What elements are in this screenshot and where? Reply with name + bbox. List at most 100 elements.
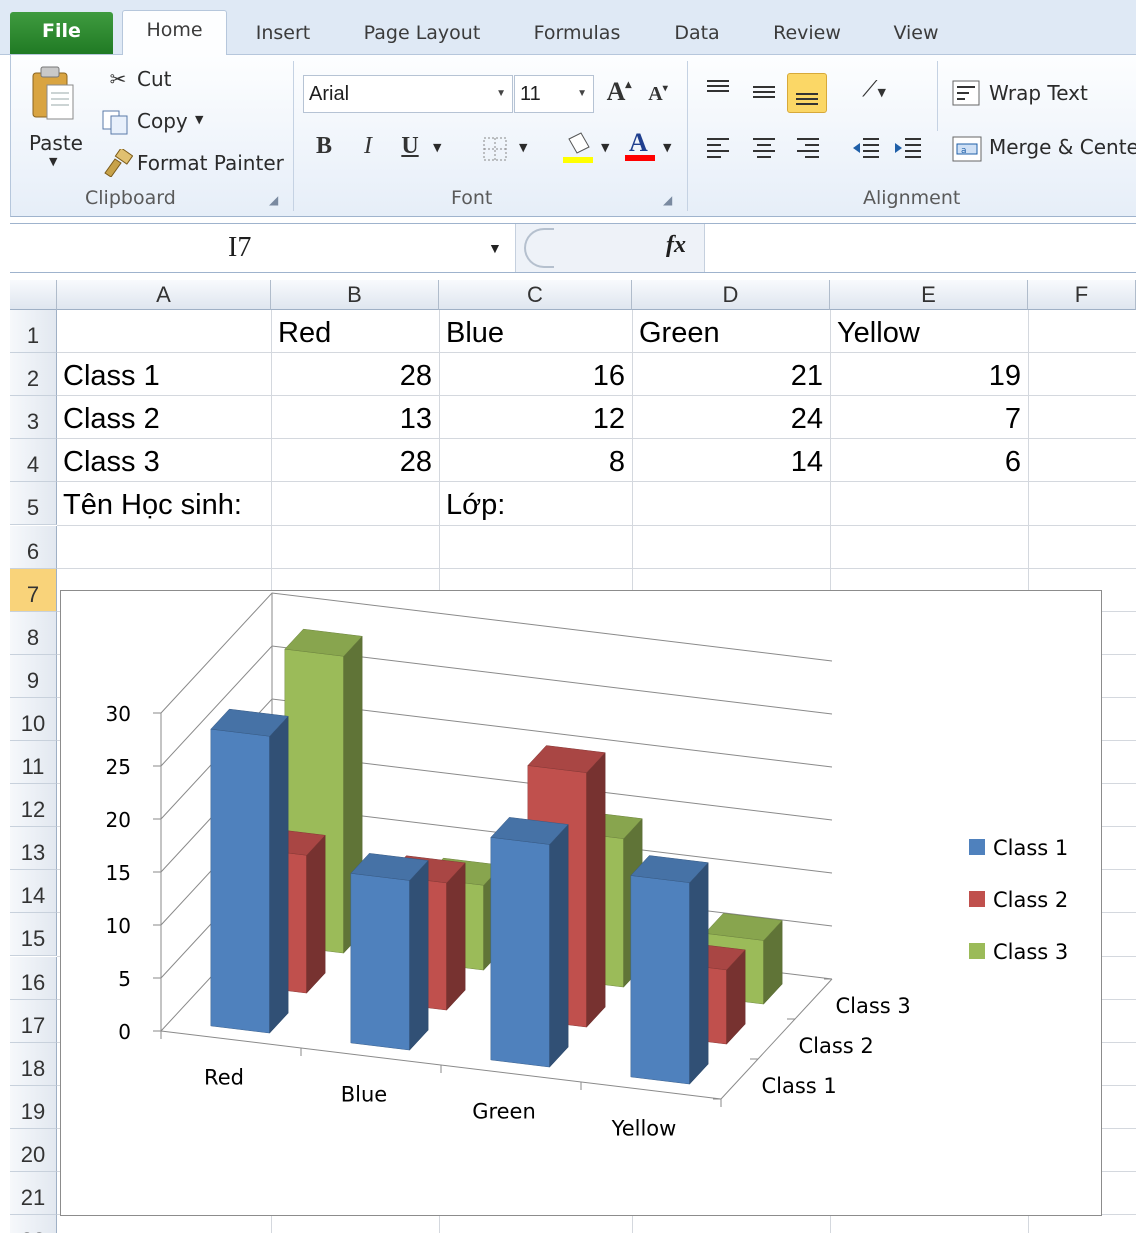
paste-button[interactable]: [25, 63, 79, 123]
row-header-12[interactable]: 12: [10, 784, 57, 828]
column-header-e[interactable]: E: [830, 280, 1028, 310]
fill-color-dropdown-icon[interactable]: ▼: [601, 141, 609, 154]
cell-c4[interactable]: 8: [439, 441, 625, 483]
increase-indent-icon[interactable]: [893, 133, 923, 163]
paste-label[interactable]: Paste: [29, 131, 83, 155]
font-color-dropdown-icon[interactable]: ▼: [663, 141, 671, 154]
row-header-18[interactable]: 18: [10, 1042, 57, 1086]
cell-a2[interactable]: Class 1: [63, 355, 160, 397]
row-header-22[interactable]: 22: [10, 1215, 57, 1233]
clipboard-launcher-icon[interactable]: ◢: [269, 193, 278, 207]
orientation-icon[interactable]: ⟋▼: [851, 77, 897, 107]
borders-dropdown-icon[interactable]: ▼: [519, 141, 527, 154]
cell-d1[interactable]: Green: [639, 312, 720, 354]
font-launcher-icon[interactable]: ◢: [663, 193, 672, 207]
row-header-6[interactable]: 6: [10, 525, 57, 569]
cell-c5[interactable]: Lớp:: [446, 484, 505, 526]
formula-input[interactable]: [710, 224, 1136, 272]
paste-dropdown-icon[interactable]: ▼: [49, 155, 57, 168]
underline-button[interactable]: U: [397, 133, 423, 163]
cell-b3[interactable]: 13: [271, 398, 432, 440]
align-right-icon[interactable]: [793, 133, 823, 163]
cell-e2[interactable]: 19: [830, 355, 1021, 397]
grow-font-icon[interactable]: A▴: [603, 77, 635, 111]
chevron-down-icon[interactable]: ▼: [577, 76, 587, 112]
row-header-20[interactable]: 20: [10, 1128, 57, 1172]
font-color-icon[interactable]: A: [623, 127, 657, 163]
cell-c1[interactable]: Blue: [446, 312, 504, 354]
row-header-1[interactable]: 1: [10, 310, 57, 354]
column-header-d[interactable]: D: [632, 280, 830, 310]
cell-a3[interactable]: Class 2: [63, 398, 160, 440]
chevron-down-icon[interactable]: ▼: [488, 240, 502, 256]
fill-color-icon[interactable]: [561, 131, 595, 165]
row-header-15[interactable]: 15: [10, 913, 57, 957]
tab-data[interactable]: Data: [662, 14, 732, 54]
copy-dropdown-icon[interactable]: ▼: [195, 113, 203, 126]
row-header-2[interactable]: 2: [10, 353, 57, 397]
cut-button[interactable]: Cut: [137, 67, 171, 91]
row-header-19[interactable]: 19: [10, 1085, 57, 1129]
cell-b1[interactable]: Red: [278, 312, 331, 354]
font-size-combo[interactable]: 11 ▼: [514, 75, 594, 113]
font-name-combo[interactable]: Arial ▼: [303, 75, 513, 113]
cell-d4[interactable]: 14: [632, 441, 823, 483]
cell-e4[interactable]: 6: [830, 441, 1021, 483]
tab-file[interactable]: File: [10, 12, 113, 54]
row-header-9[interactable]: 9: [10, 654, 57, 698]
row-header-3[interactable]: 3: [10, 396, 57, 440]
tab-view[interactable]: View: [880, 14, 952, 54]
bold-button[interactable]: B: [311, 133, 337, 163]
align-left-icon[interactable]: [703, 133, 733, 163]
cell-c2[interactable]: 16: [439, 355, 625, 397]
column-header-b[interactable]: B: [271, 280, 439, 310]
column-header-c[interactable]: C: [439, 280, 632, 310]
cell-d2[interactable]: 21: [632, 355, 823, 397]
cell-b2[interactable]: 28: [271, 355, 432, 397]
insert-function-button[interactable]: fx: [666, 232, 686, 259]
cell-d3[interactable]: 24: [632, 398, 823, 440]
row-header-13[interactable]: 13: [10, 827, 57, 871]
align-middle-icon[interactable]: [749, 77, 779, 105]
formula-splitter[interactable]: [524, 228, 554, 268]
column-header-a[interactable]: A: [57, 280, 271, 310]
align-top-icon[interactable]: [703, 75, 733, 103]
row-header-8[interactable]: 8: [10, 611, 57, 655]
row-header-14[interactable]: 14: [10, 870, 57, 914]
decrease-indent-icon[interactable]: [851, 133, 881, 163]
tab-review[interactable]: Review: [762, 14, 852, 54]
tab-formulas[interactable]: Formulas: [522, 14, 632, 54]
copy-button[interactable]: Copy: [137, 109, 188, 133]
cell-b4[interactable]: 28: [271, 441, 432, 483]
column-header-f[interactable]: F: [1028, 280, 1136, 310]
tab-insert[interactable]: Insert: [238, 14, 328, 54]
cell-e1[interactable]: Yellow: [837, 312, 920, 354]
row-header-21[interactable]: 21: [10, 1172, 57, 1216]
shrink-font-icon[interactable]: A▾: [643, 83, 673, 113]
align-center-icon[interactable]: [749, 133, 779, 163]
name-box[interactable]: I7: [10, 224, 515, 272]
cell-c3[interactable]: 12: [439, 398, 625, 440]
row-header-5[interactable]: 5: [10, 482, 57, 526]
select-all-corner[interactable]: [10, 280, 57, 310]
row-header-16[interactable]: 16: [10, 956, 57, 1000]
underline-dropdown-icon[interactable]: ▼: [433, 141, 441, 154]
format-painter-button[interactable]: Format Painter: [137, 151, 284, 175]
cell-e3[interactable]: 7: [830, 398, 1021, 440]
borders-icon[interactable]: [481, 135, 509, 163]
tab-home[interactable]: Home: [122, 10, 227, 56]
chart-3d-column[interactable]: 0 5 10 15 20 25 30 Red Blue Green Yellow Class 1 Cla…: [60, 590, 1102, 1216]
row-header-11[interactable]: 11: [10, 741, 57, 785]
row-header-4[interactable]: 4: [10, 439, 57, 483]
row-header-7[interactable]: 7: [10, 568, 57, 612]
row-header-10[interactable]: 10: [10, 697, 57, 741]
cell-a4[interactable]: Class 3: [63, 441, 160, 483]
align-bottom-icon[interactable]: [787, 73, 827, 113]
italic-button[interactable]: I: [355, 133, 381, 163]
merge-center-button[interactable]: Merge & Cente: [989, 135, 1136, 159]
wrap-text-button[interactable]: Wrap Text: [989, 81, 1088, 105]
tab-page-layout[interactable]: Page Layout: [352, 14, 492, 54]
chevron-down-icon[interactable]: ▼: [496, 76, 506, 112]
cell-a5[interactable]: Tên Học sinh:: [63, 484, 242, 526]
row-header-17[interactable]: 17: [10, 999, 57, 1043]
